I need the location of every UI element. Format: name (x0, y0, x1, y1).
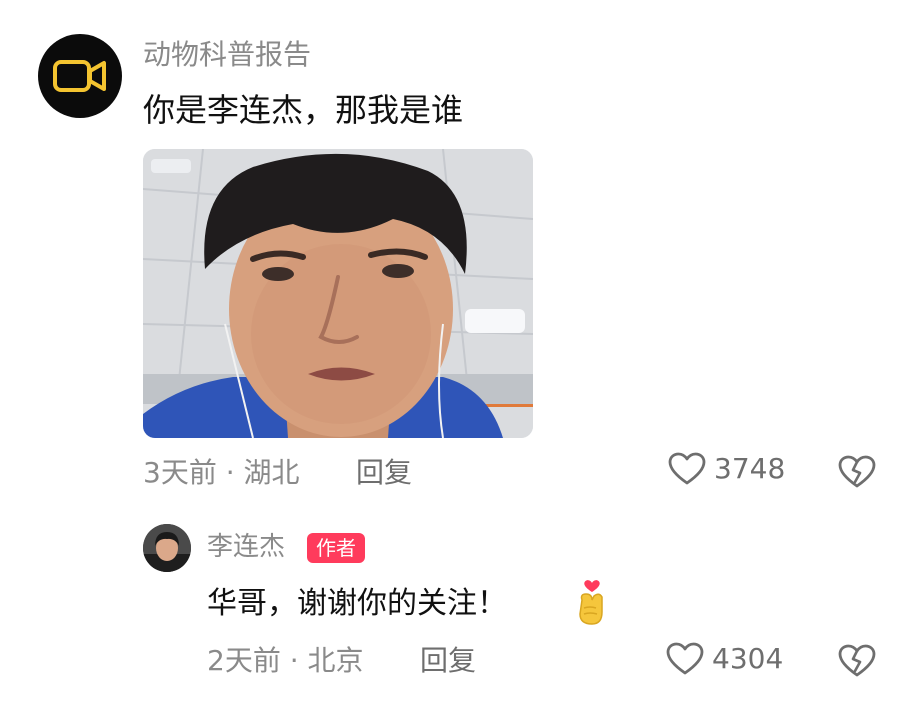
comment-text: 你是李连杰，那我是谁 (143, 91, 464, 129)
reply-like-count: 4304 (712, 642, 784, 675)
dislike-button[interactable] (838, 455, 876, 493)
broken-heart-icon (838, 644, 876, 677)
reply-dislike-button[interactable] (838, 644, 876, 682)
comment-photo[interactable] (143, 149, 533, 438)
like-button[interactable]: 3748 (668, 452, 785, 486)
reply-reply-button[interactable]: 回复 (420, 644, 476, 678)
reply-time-location: 2天前 · 北京 (207, 644, 364, 677)
reply-username[interactable]: 李连杰 (207, 531, 285, 563)
reply-text: 华哥，谢谢你的关注！ (207, 586, 507, 621)
reply-user-avatar[interactable] (143, 524, 191, 572)
comment-username[interactable]: 动物科普报告 (143, 38, 311, 72)
comment-time-location: 3天前 · 湖北 (143, 456, 300, 489)
heart-outline-icon (668, 452, 706, 485)
like-count: 3748 (714, 452, 786, 485)
photo-image (143, 149, 533, 438)
video-camera-icon (53, 60, 106, 92)
reply-like-button[interactable]: 4304 (666, 642, 783, 676)
heart-outline-icon (666, 642, 704, 675)
reply-button[interactable]: 回复 (356, 456, 412, 490)
author-badge: 作者 (307, 533, 365, 563)
avatar-image (143, 524, 191, 572)
user-avatar[interactable] (38, 34, 122, 118)
broken-heart-icon (838, 455, 876, 488)
finger-heart-emoji (572, 578, 612, 632)
